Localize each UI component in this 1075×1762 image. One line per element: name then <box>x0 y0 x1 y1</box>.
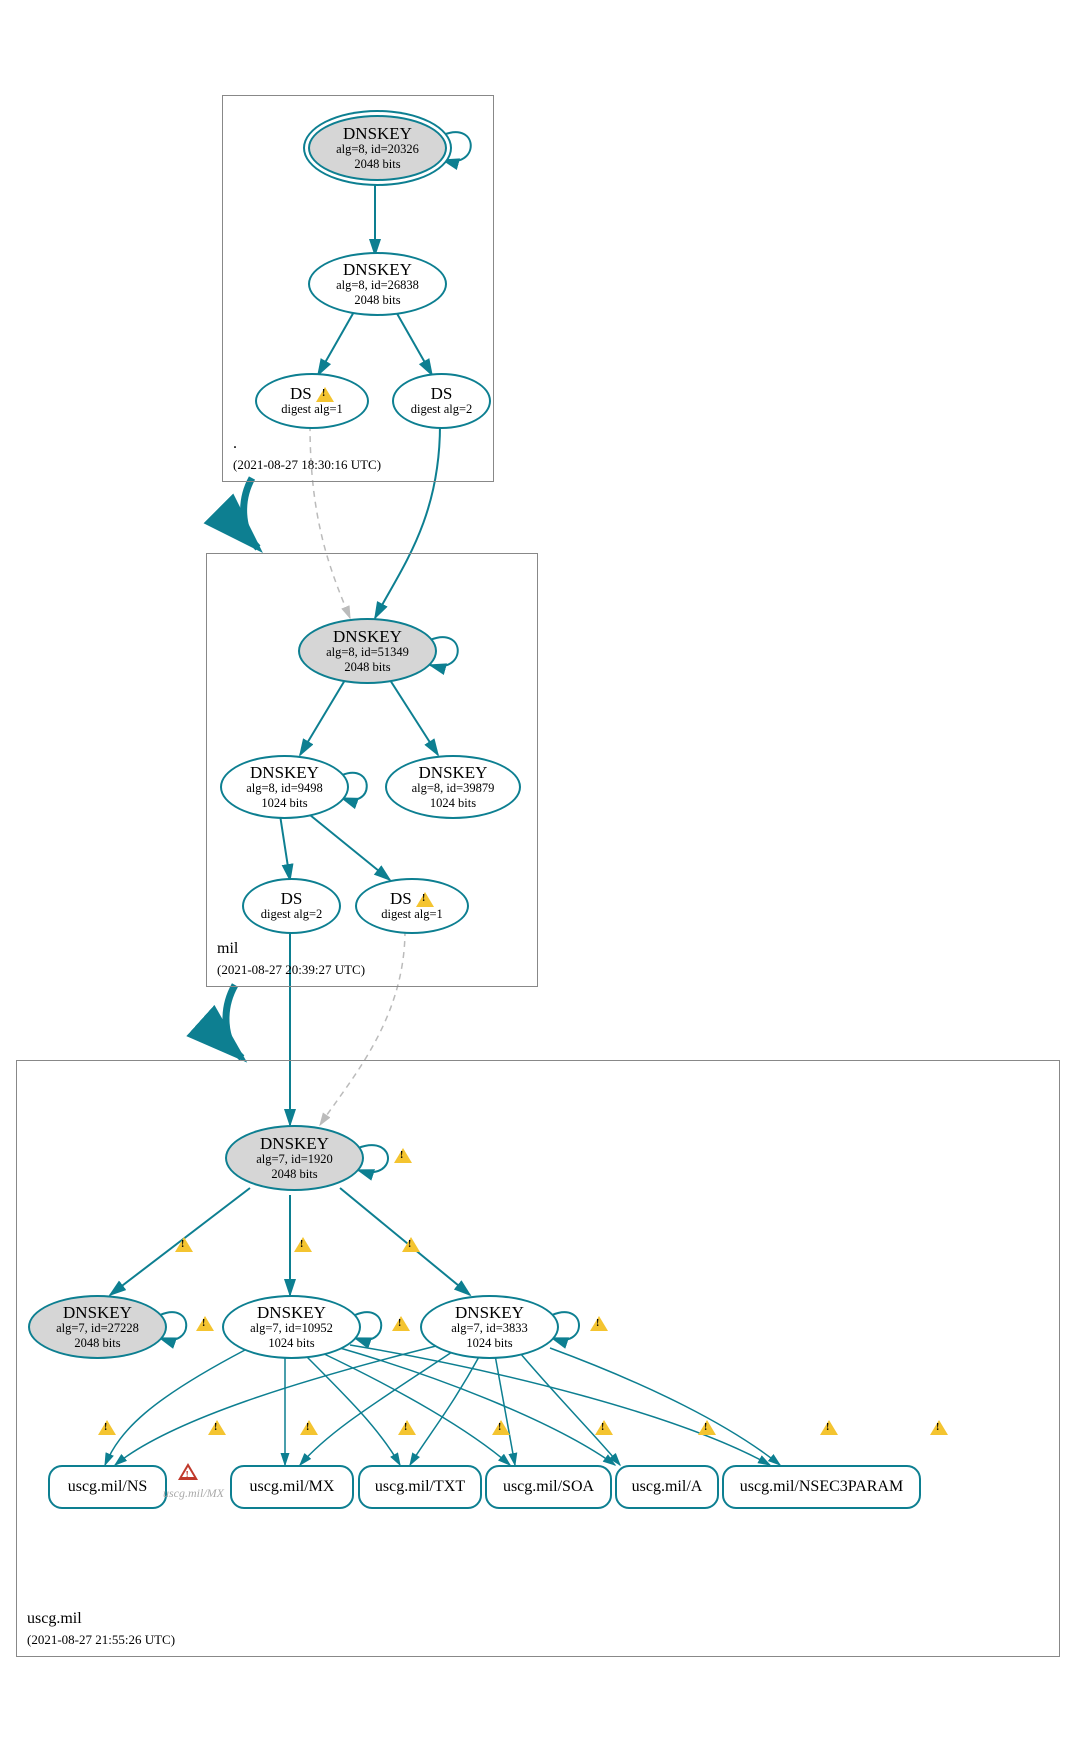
warning-icon <box>300 1420 318 1435</box>
node-title: DNSKEY <box>455 1304 524 1321</box>
node-title: DNSKEY <box>63 1304 132 1321</box>
node-detail: alg=8, id=39879 <box>412 781 495 796</box>
warning-icon <box>416 892 434 907</box>
node-detail: alg=8, id=26838 <box>336 278 419 293</box>
node-root-zsk[interactable]: DNSKEY alg=8, id=26838 2048 bits <box>308 252 447 316</box>
node-detail: alg=8, id=9498 <box>246 781 323 796</box>
node-detail: alg=7, id=10952 <box>250 1321 333 1336</box>
node-mil-ds1[interactable]: DS digest alg=1 <box>355 878 469 934</box>
node-detail: 1024 bits <box>466 1336 512 1351</box>
warning-icon <box>175 1237 193 1252</box>
node-title: DNSKEY <box>250 764 319 781</box>
node-detail: digest alg=2 <box>261 907 323 922</box>
rrset-a[interactable]: uscg.mil/A <box>615 1465 719 1509</box>
node-detail: alg=7, id=1920 <box>256 1152 333 1167</box>
warning-icon <box>590 1316 608 1331</box>
zone-root-timestamp: (2021-08-27 18:30:16 UTC) <box>233 457 381 473</box>
rrset-ns[interactable]: uscg.mil/NS <box>48 1465 167 1509</box>
node-title: DNSKEY <box>343 261 412 278</box>
node-mil-zsk2[interactable]: DNSKEY alg=8, id=39879 1024 bits <box>385 755 521 819</box>
node-detail: digest alg=2 <box>411 402 473 417</box>
warning-icon <box>698 1420 716 1435</box>
node-detail: 2048 bits <box>354 293 400 308</box>
node-uscg-ksk[interactable]: DNSKEY alg=7, id=1920 2048 bits <box>225 1125 364 1191</box>
warning-icon <box>398 1420 416 1435</box>
node-detail: 2048 bits <box>344 660 390 675</box>
node-title: DNSKEY <box>260 1135 329 1152</box>
zone-uscg-timestamp: (2021-08-27 21:55:26 UTC) <box>27 1632 175 1648</box>
node-title: DS <box>281 890 303 907</box>
rrset-nsec3param[interactable]: uscg.mil/NSEC3PARAM <box>722 1465 921 1509</box>
node-detail: alg=7, id=3833 <box>451 1321 528 1336</box>
node-title: DS <box>390 890 434 908</box>
warning-icon <box>98 1420 116 1435</box>
node-title: DS <box>290 385 334 403</box>
error-label: uscg.mil/MX <box>163 1486 224 1501</box>
zone-uscg: uscg.mil (2021-08-27 21:55:26 UTC) <box>16 1060 1060 1657</box>
node-mil-ds2[interactable]: DS digest alg=2 <box>242 878 341 934</box>
node-detail: 2048 bits <box>271 1167 317 1182</box>
node-detail: alg=7, id=27228 <box>56 1321 139 1336</box>
node-title: DS <box>431 385 453 402</box>
node-title: DNSKEY <box>257 1304 326 1321</box>
error-icon <box>178 1463 198 1480</box>
warning-icon <box>392 1316 410 1331</box>
zone-mil-timestamp: (2021-08-27 20:39:27 UTC) <box>217 962 365 978</box>
warning-icon <box>930 1420 948 1435</box>
node-detail: digest alg=1 <box>381 907 443 922</box>
node-root-ds2[interactable]: DS digest alg=2 <box>392 373 491 429</box>
node-uscg-k3833[interactable]: DNSKEY alg=7, id=3833 1024 bits <box>420 1295 559 1359</box>
node-detail: 2048 bits <box>354 157 400 172</box>
warning-icon <box>394 1148 412 1163</box>
warning-icon <box>294 1237 312 1252</box>
warning-icon <box>595 1420 613 1435</box>
node-title: DNSKEY <box>419 764 488 781</box>
node-detail: 1024 bits <box>430 796 476 811</box>
error-node[interactable] <box>178 1463 198 1485</box>
node-mil-ksk[interactable]: DNSKEY alg=8, id=51349 2048 bits <box>298 618 437 684</box>
node-uscg-k27228[interactable]: DNSKEY alg=7, id=27228 2048 bits <box>28 1295 167 1359</box>
zone-mil-label: mil <box>217 940 238 958</box>
node-detail: digest alg=1 <box>281 402 343 417</box>
warning-icon <box>492 1420 510 1435</box>
node-uscg-k10952[interactable]: DNSKEY alg=7, id=10952 1024 bits <box>222 1295 361 1359</box>
node-detail: 2048 bits <box>74 1336 120 1351</box>
warning-icon <box>316 387 334 402</box>
warning-icon <box>208 1420 226 1435</box>
node-root-ds1[interactable]: DS digest alg=1 <box>255 373 369 429</box>
warning-icon <box>402 1237 420 1252</box>
zone-uscg-label: uscg.mil <box>27 1610 82 1628</box>
node-detail: alg=8, id=51349 <box>326 645 409 660</box>
node-title: DNSKEY <box>343 125 412 142</box>
node-title: DNSKEY <box>333 628 402 645</box>
node-detail: alg=8, id=20326 <box>336 142 419 157</box>
rrset-soa[interactable]: uscg.mil/SOA <box>485 1465 612 1509</box>
node-mil-zsk1[interactable]: DNSKEY alg=8, id=9498 1024 bits <box>220 755 349 819</box>
node-root-ksk[interactable]: DNSKEY alg=8, id=20326 2048 bits <box>308 115 447 181</box>
node-detail: 1024 bits <box>261 796 307 811</box>
warning-icon <box>196 1316 214 1331</box>
rrset-mx[interactable]: uscg.mil/MX <box>230 1465 354 1509</box>
rrset-txt[interactable]: uscg.mil/TXT <box>358 1465 482 1509</box>
zone-root-label: . <box>233 435 237 453</box>
node-detail: 1024 bits <box>268 1336 314 1351</box>
warning-icon <box>820 1420 838 1435</box>
